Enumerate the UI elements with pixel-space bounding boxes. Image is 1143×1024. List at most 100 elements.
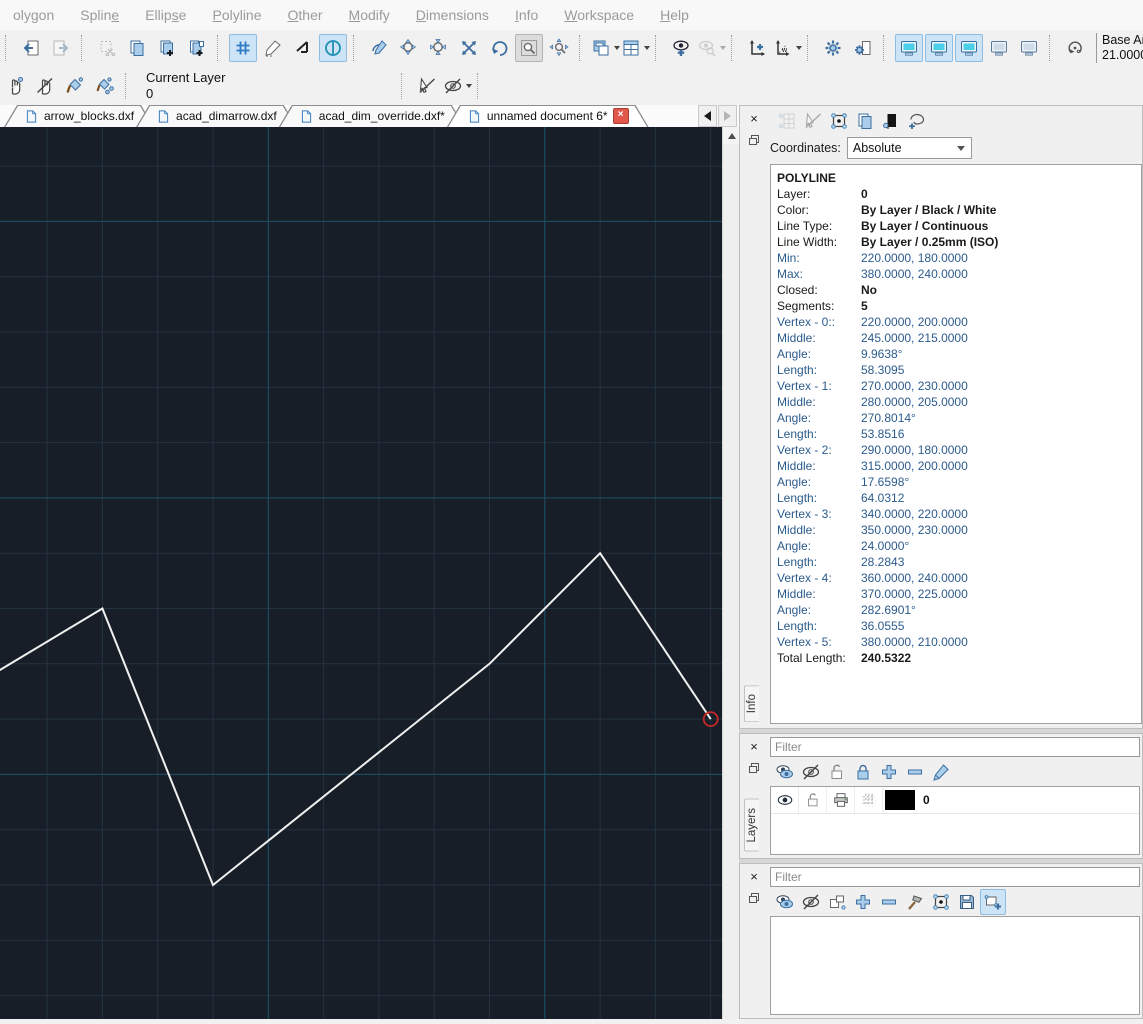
circle-split-button[interactable]: [319, 34, 347, 62]
brush-button[interactable]: [61, 72, 89, 100]
eye-icon[interactable]: [771, 787, 799, 813]
plus-button[interactable]: [850, 889, 876, 915]
block-add-button[interactable]: [980, 889, 1006, 915]
menu-item-modify[interactable]: Modify: [336, 7, 403, 23]
zoom-pan-button[interactable]: [545, 34, 573, 62]
node-table-button[interactable]: [774, 108, 800, 134]
eye-off-button[interactable]: [443, 72, 472, 100]
blocks-dock-float-button[interactable]: [746, 889, 763, 906]
blocks-filter-input[interactable]: [770, 867, 1140, 887]
document-tab-acad-dim-override-dxf-[interactable]: acad_dim_override.dxf*: [279, 105, 465, 127]
plus-button[interactable]: [876, 759, 902, 785]
menu-item-workspace[interactable]: Workspace: [551, 7, 647, 23]
select-nodes-button[interactable]: [826, 108, 852, 134]
doc-arrow-left-button[interactable]: [17, 34, 45, 62]
eyes-show-button[interactable]: [772, 759, 798, 785]
layers-dock-float-button[interactable]: [746, 759, 763, 776]
menu-item-other[interactable]: Other: [275, 7, 336, 23]
pages-plus2-button[interactable]: [183, 34, 211, 62]
select-nodes-button[interactable]: [928, 889, 954, 915]
document-tab-acad-dimarrow-dxf[interactable]: acad_dimarrow.dxf: [136, 105, 297, 127]
doc-arrow-right-button[interactable]: [47, 34, 75, 62]
view-add-button[interactable]: [667, 34, 695, 62]
coord-add-button[interactable]: [743, 34, 771, 62]
monitor-off-button[interactable]: [1015, 34, 1043, 62]
zoom-window-button[interactable]: [515, 34, 543, 62]
menu-item-olygon[interactable]: olygon: [0, 7, 67, 23]
drawing-canvas[interactable]: [0, 127, 722, 1019]
menu-item-ellipse[interactable]: Ellipse: [132, 7, 199, 23]
monitor-on-button[interactable]: [955, 34, 983, 62]
draft-button[interactable]: [259, 34, 287, 62]
document-tab-arrow-blocks-dxf[interactable]: arrow_blocks.dxf: [4, 105, 154, 127]
view-find-button[interactable]: [697, 34, 726, 62]
menu-item-dimensions[interactable]: Dimensions: [403, 7, 502, 23]
lasso-plus-button[interactable]: [904, 108, 930, 134]
base-angle-widget: Base Ang21.0000°: [1092, 33, 1143, 63]
menu-item-polyline[interactable]: Polyline: [199, 7, 274, 23]
arrow-off-button[interactable]: [413, 72, 441, 100]
monitor-on-button[interactable]: [895, 34, 923, 62]
hand-line-button[interactable]: [31, 72, 59, 100]
monitor-on-button[interactable]: [925, 34, 953, 62]
minus-button[interactable]: [902, 759, 928, 785]
coord-w-button[interactable]: w: [773, 34, 802, 62]
layers-dock-label[interactable]: Layers: [744, 799, 759, 852]
zoom-in-button[interactable]: [395, 34, 423, 62]
lock-closed-button[interactable]: [850, 759, 876, 785]
block-button[interactable]: [824, 889, 850, 915]
info-dock-close-button[interactable]: ×: [746, 110, 763, 127]
brush-multi-button[interactable]: [91, 72, 119, 100]
eye-off-button[interactable]: [798, 889, 824, 915]
canvas-vertical-scrollbar[interactable]: [722, 127, 740, 1019]
copy-pages-button[interactable]: [123, 34, 151, 62]
corner-button[interactable]: [289, 34, 317, 62]
lock-open-icon[interactable]: [799, 787, 827, 813]
rotate-base-button[interactable]: [1061, 34, 1089, 62]
zoom-previous-button[interactable]: [485, 34, 513, 62]
eyes-show-button[interactable]: [772, 889, 798, 915]
floppy-button[interactable]: [954, 889, 980, 915]
coordinates-select[interactable]: Absolute: [846, 137, 972, 159]
printer-icon[interactable]: [827, 787, 855, 813]
monitor-off-button[interactable]: [985, 34, 1013, 62]
cut-region-button[interactable]: [93, 34, 121, 62]
window-tile-button[interactable]: [621, 34, 650, 62]
menu-item-spline[interactable]: Spline: [67, 7, 132, 23]
tab-scroll-left-button[interactable]: [698, 105, 717, 127]
info-dock-float-button[interactable]: [746, 131, 763, 148]
scrollbar-up-button[interactable]: [723, 127, 740, 144]
layers-dock-close-button[interactable]: ×: [746, 738, 763, 755]
blocks-dock-close-button[interactable]: ×: [746, 868, 763, 885]
zoom-auto-button[interactable]: [455, 34, 483, 62]
gear-button[interactable]: [819, 34, 847, 62]
eye-off-button[interactable]: [798, 759, 824, 785]
arrow-off-button[interactable]: [800, 108, 826, 134]
hammer-button[interactable]: [902, 889, 928, 915]
dropdown-arrow-icon: [795, 46, 802, 50]
construction-icon[interactable]: [855, 787, 883, 813]
copy-pages-button[interactable]: [852, 108, 878, 134]
hand-point-button[interactable]: [1, 72, 29, 100]
flag-black-button[interactable]: [878, 108, 904, 134]
layers-filter-input[interactable]: [770, 737, 1140, 757]
current-layer-combo[interactable]: Current Layer 0: [138, 69, 396, 102]
layer-color-swatch[interactable]: [885, 790, 915, 810]
lock-open-button[interactable]: [824, 759, 850, 785]
window-cascade-button[interactable]: [591, 34, 620, 62]
minus-button[interactable]: [876, 889, 902, 915]
layer-row[interactable]: 0: [771, 787, 1139, 814]
pages-plus-button[interactable]: [153, 34, 181, 62]
info-dock-label[interactable]: Info: [744, 684, 759, 722]
grid-button[interactable]: [229, 34, 257, 62]
menu-item-info[interactable]: Info: [502, 7, 551, 23]
gear-doc-button[interactable]: [849, 34, 877, 62]
zoom-out-button[interactable]: [425, 34, 453, 62]
info-row-value: 270.0000, 230.0000: [861, 379, 968, 393]
pencil-button[interactable]: [928, 759, 954, 785]
document-tab-unnamed-document-6-[interactable]: unnamed document 6* ×: [447, 105, 649, 127]
tab-close-button[interactable]: ×: [612, 108, 629, 124]
tab-scroll-right-button[interactable]: [718, 105, 737, 127]
redraw-button[interactable]: [365, 34, 393, 62]
menu-item-help[interactable]: Help: [647, 7, 702, 23]
